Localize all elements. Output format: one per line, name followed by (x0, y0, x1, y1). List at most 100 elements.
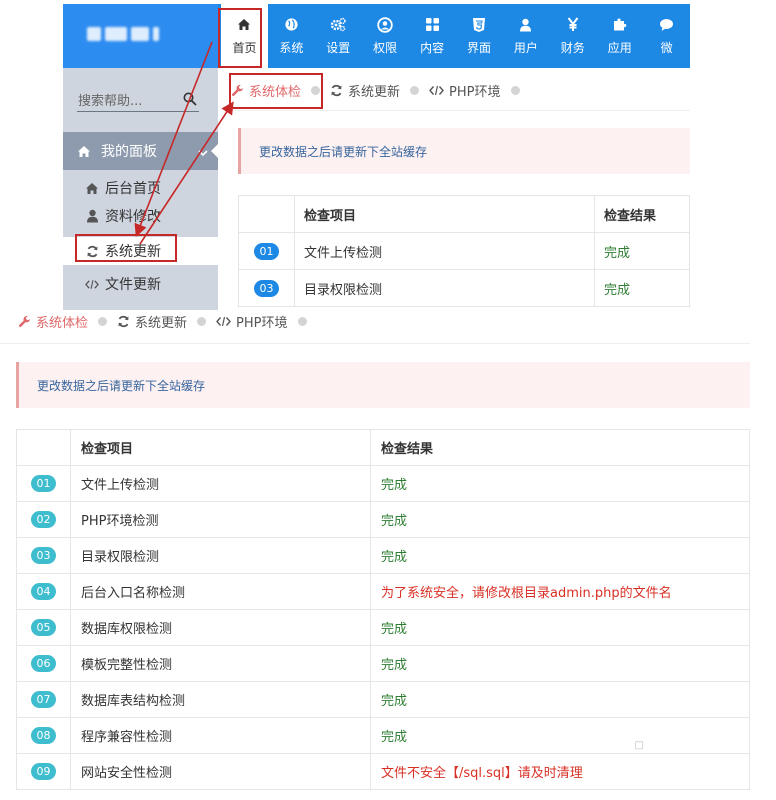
tab-1[interactable]: 系统更新 (117, 312, 187, 331)
sidebar-item-3[interactable]: 文件更新 (63, 270, 218, 298)
nav-item-label: 微 (660, 40, 673, 55)
nav-item-1[interactable]: 系统 (268, 4, 315, 68)
check-item-cell: 文件上传检测 (70, 465, 371, 502)
row-number-cell: 07 (16, 681, 71, 718)
num-header (238, 195, 295, 233)
nav-item-4[interactable]: 内容 (409, 4, 456, 68)
table-row: 04 后台入口名称检测 为了系统安全，请修改根目录admin.php的文件名 (16, 573, 750, 610)
check-item-cell: 后台入口名称检测 (70, 573, 371, 610)
wrench-icon (18, 315, 31, 328)
tab-separator-dot (297, 316, 307, 326)
row-number-cell: 09 (16, 753, 71, 790)
row-number-cell: 03 (238, 269, 295, 307)
tab-separator-dot (410, 85, 420, 95)
cache-alert: 更改数据之后请更新下全站缓存 (238, 128, 690, 174)
check-item-cell: 数据库权限检测 (70, 609, 371, 646)
table-row: 01 文件上传检测 完成 (238, 232, 690, 270)
nav-item-label: 设置 (326, 40, 351, 55)
result-header: 检查结果 (370, 429, 750, 466)
tab-2[interactable]: PHP环境 (216, 312, 288, 331)
admin-screenshot-top: 首页 系统 设置 权限 内容 界面 用户 财务 应用 微 搜索帮助... 我的面板 后台首页资料修… (63, 4, 690, 310)
table-header-row: 检查项目 检查结果 (238, 195, 690, 233)
search-placeholder: 搜索帮助... (78, 94, 143, 109)
tab-2[interactable]: PHP环境 (429, 81, 501, 100)
yen-icon (565, 17, 581, 33)
home-icon (85, 182, 99, 195)
row-number-cell: 04 (16, 573, 71, 610)
sidebar: 搜索帮助... 我的面板 后台首页资料修改系统更新文件更新 (63, 68, 219, 310)
divider (225, 110, 690, 111)
nav-item-7[interactable]: 财务 (549, 4, 596, 68)
item-header: 检查项目 (70, 429, 371, 466)
nav-item-2[interactable]: 设置 (315, 4, 362, 68)
sidebar-item-label: 后台首页 (105, 181, 161, 197)
chevron-down-icon (198, 145, 208, 161)
table-header-row: 检查项目 检查结果 (16, 429, 750, 466)
check-item-cell: 文件上传检测 (294, 232, 595, 270)
sidebar-item-label: 资料修改 (105, 209, 161, 225)
check-result-cell: 为了系统安全，请修改根目录admin.php的文件名 (370, 573, 750, 610)
blurred-logo (87, 26, 167, 44)
nav-item-9[interactable]: 微 (643, 4, 690, 68)
table-row: 09 网站安全性检测 文件不安全【/sql.sql】请及时清理 (16, 753, 750, 790)
row-number-cell: 03 (16, 537, 71, 574)
sidebar-item-0[interactable]: 后台首页 (63, 174, 218, 202)
code-icon (216, 316, 231, 327)
row-number-cell: 06 (16, 645, 71, 682)
nav-item-label: 首页 (232, 40, 257, 55)
tab-separator-dot (98, 316, 108, 326)
check-item-cell: 目录权限检测 (70, 537, 371, 574)
row-number-badge: 03 (254, 279, 279, 297)
sidebar-search[interactable]: 搜索帮助... (77, 88, 199, 112)
row-number-cell: 02 (16, 501, 71, 538)
search-icon[interactable] (183, 92, 197, 110)
home-icon (236, 17, 252, 33)
table-row: 02 PHP环境检测 完成 (16, 501, 750, 538)
corner-mark: □ (634, 740, 644, 751)
tutorial-composite: 首页 系统 设置 权限 内容 界面 用户 财务 应用 微 搜索帮助... 我的面板 后台首页资料修… (0, 0, 776, 800)
nav-item-3[interactable]: 权限 (362, 4, 409, 68)
sidebar-item-label: 文件更新 (105, 277, 161, 293)
sidebar-item-2[interactable]: 系统更新 (63, 237, 218, 265)
check-result-cell: 完成 (370, 645, 750, 682)
nav-item-label: 系统 (279, 40, 304, 55)
user-icon (518, 17, 534, 33)
my-panel-menu[interactable]: 我的面板 (63, 132, 219, 170)
check-table: 检查项目 检查结果 01 文件上传检测 完成 02 PHP环境检测 完成 03 目录权限检测完… (16, 429, 750, 790)
tab-0[interactable]: 系统体检 (18, 312, 88, 331)
check-result-cell: 完成 (594, 269, 690, 307)
cogs-icon (330, 17, 346, 33)
tab-0[interactable]: 系统体检 (231, 81, 301, 100)
row-number-badge: 08 (31, 727, 56, 744)
home-icon (77, 145, 91, 158)
check-item-cell: 网站安全性检测 (70, 753, 371, 790)
puzzle-icon (612, 17, 628, 33)
refresh-icon (85, 245, 99, 258)
refresh-icon (117, 315, 130, 328)
divider (0, 343, 750, 344)
nav-item-0[interactable]: 首页 (221, 4, 268, 68)
row-number-badge: 07 (31, 691, 56, 708)
tab-1[interactable]: 系统更新 (330, 81, 400, 100)
tab-label: PHP环境 (449, 84, 501, 100)
check-result-cell: 完成 (370, 465, 750, 502)
tab-separator-dot (510, 85, 520, 95)
row-number-badge: 02 (31, 511, 56, 528)
grid-icon (424, 17, 440, 33)
item-header: 检查项目 (294, 195, 595, 233)
sidebar-item-1[interactable]: 资料修改 (63, 202, 218, 230)
nav-item-label: 界面 (466, 40, 491, 55)
html5-icon (471, 17, 487, 33)
result-header: 检查结果 (594, 195, 690, 233)
check-result-cell: 文件不安全【/sql.sql】请及时清理 (370, 753, 750, 790)
tab-label: 系统更新 (135, 315, 188, 331)
check-result-cell: 完成 (370, 717, 750, 754)
row-number-badge: 03 (31, 547, 56, 564)
nav-item-5[interactable]: 界面 (456, 4, 503, 68)
row-number-badge: 09 (31, 763, 56, 780)
nav-item-label: 财务 (560, 40, 585, 55)
nav-item-6[interactable]: 用户 (502, 4, 549, 68)
nav-item-8[interactable]: 应用 (596, 4, 643, 68)
top-nav: 首页 系统 设置 权限 内容 界面 用户 财务 应用 微 (218, 4, 690, 68)
user-icon (85, 209, 99, 223)
